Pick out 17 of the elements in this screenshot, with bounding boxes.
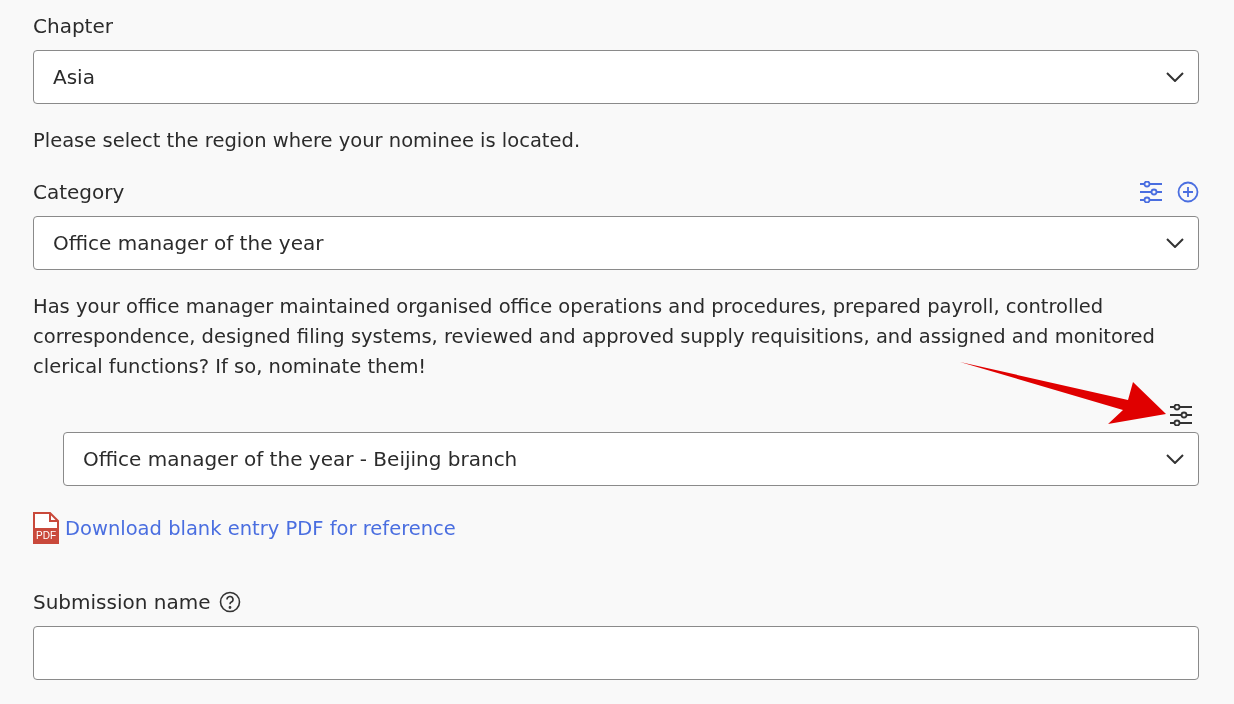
add-icon[interactable] <box>1177 181 1199 203</box>
field-label: Submission name <box>33 589 211 616</box>
submission-name-field[interactable] <box>33 626 1199 680</box>
chapter-select[interactable]: Asia <box>33 50 1199 104</box>
chevron-down-icon <box>1166 238 1184 248</box>
subcategory-select[interactable]: Office manager of the year - Beijing branch <box>63 432 1199 486</box>
category-description: Has your office manager maintained organised office operations and procedures, prepared payroll, controlled correspondence, designed filing systems, reviewed and approved supply requisitions, and assigned and monitored clerical functions? If so, nominate them! <box>33 294 1156 380</box>
help-text: Please select the region where your nominee is located. <box>33 128 582 154</box>
field-label: Category <box>33 179 125 206</box>
help-icon[interactable] <box>218 591 241 613</box>
category-select[interactable]: Office manager of the year <box>33 216 1199 270</box>
pdf-file-icon: PDF <box>33 512 59 544</box>
download-link[interactable]: Download blank entry PDF for reference <box>65 516 456 540</box>
filter-icon[interactable] <box>1169 404 1193 426</box>
chevron-down-icon <box>1166 454 1184 464</box>
chevron-down-icon <box>1166 72 1184 82</box>
field-label: Chapter <box>33 13 113 40</box>
